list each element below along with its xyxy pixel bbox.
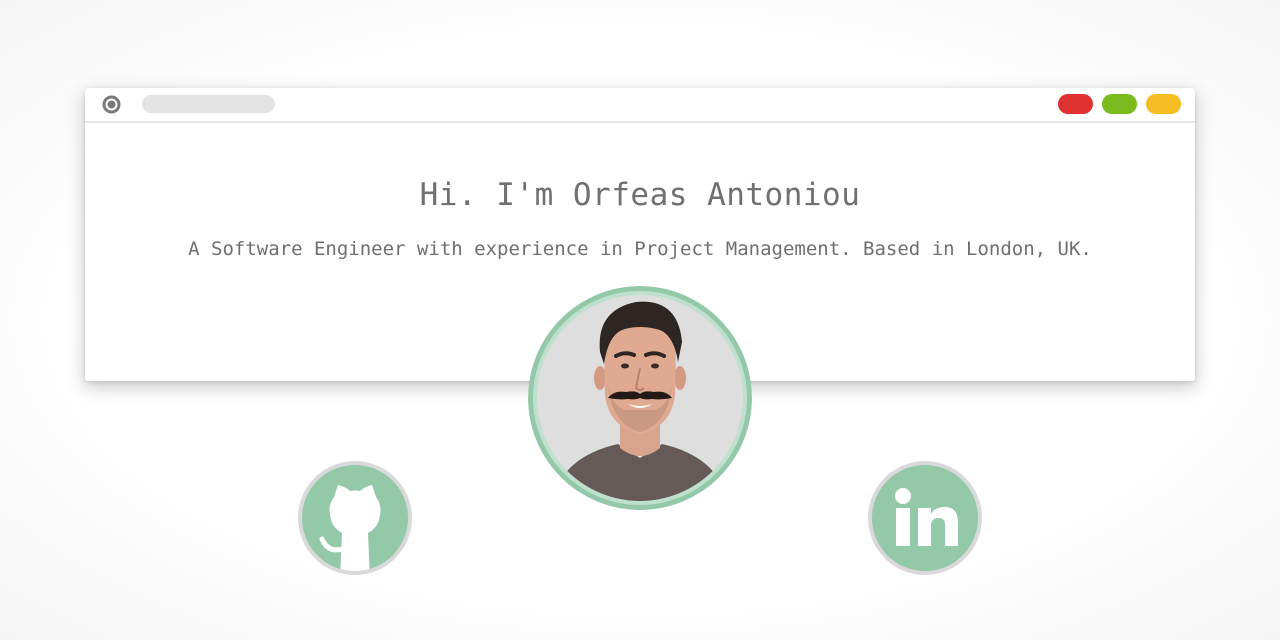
maximize-window-button[interactable]: [1102, 94, 1137, 114]
github-link[interactable]: [298, 461, 412, 575]
page: Hi. I'm Orfeas Antoniou A Software Engin…: [0, 0, 1280, 640]
page-title: Hi. I'm Orfeas Antoniou: [419, 177, 861, 213]
github-icon: [298, 461, 412, 575]
close-window-button[interactable]: [1058, 94, 1093, 114]
radio-button-icon[interactable]: [101, 94, 122, 115]
address-bar[interactable]: [142, 95, 275, 113]
page-tagline: A Software Engineer with experience in P…: [188, 238, 1092, 260]
minimize-window-button[interactable]: [1146, 94, 1181, 114]
linkedin-icon: [868, 461, 982, 575]
window-titlebar: [85, 88, 1195, 123]
linkedin-link[interactable]: [868, 461, 982, 575]
profile-avatar: [528, 286, 752, 510]
